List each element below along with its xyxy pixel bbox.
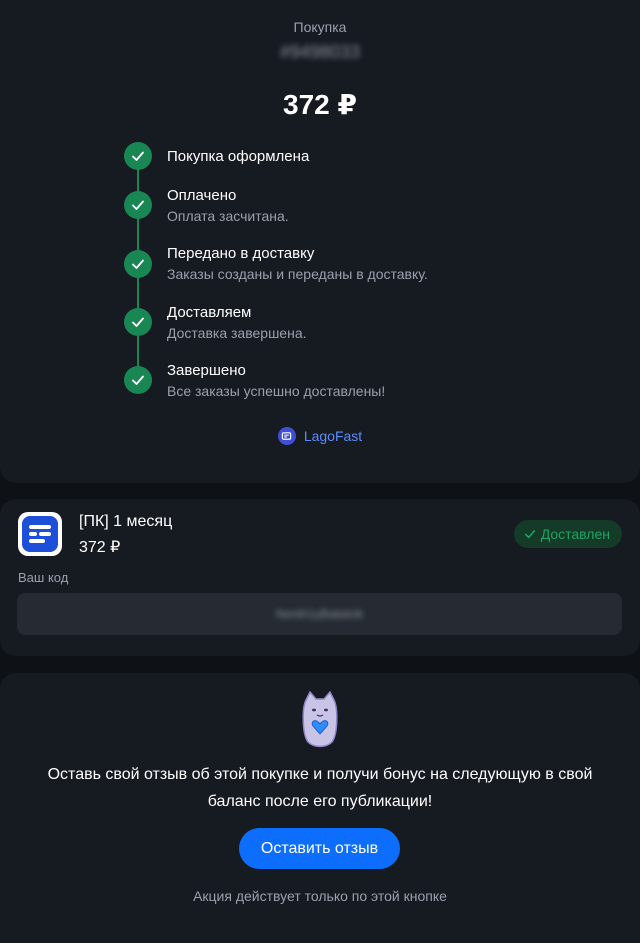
timeline-step-description: Заказы созданы и переданы в доставку.: [167, 266, 428, 282]
purchase-page: Покупка #9498033 372 ₽ Покупка оформлена…: [0, 0, 640, 943]
purchase-label: Покупка: [293, 19, 347, 35]
check-icon: [124, 250, 152, 278]
check-icon: [124, 308, 152, 336]
product-price: 372 ₽: [79, 539, 121, 556]
purchase-total: 372 ₽: [283, 89, 357, 120]
brand-name: LagoFast: [303, 428, 363, 444]
timeline-step-description: Все заказы успешно доставлены!: [167, 383, 386, 399]
status-label: Доставлен: [540, 526, 610, 542]
code-value: Nenth1yBabdcik: [275, 607, 364, 621]
code-field[interactable]: Nenth1yBabdcik: [17, 593, 622, 635]
product-app-icon: [18, 512, 62, 556]
timeline-step-title: Передано в доставку: [167, 245, 315, 262]
lagofast-logo-icon: [277, 427, 296, 445]
promo-note: Акция действует только по этой кнопке: [193, 888, 447, 904]
check-icon: [524, 530, 535, 539]
cat-mascot-icon: [302, 690, 338, 748]
review-card: Оставь свой отзыв об этой покупке и полу…: [0, 673, 640, 943]
code-label: Ваш код: [18, 570, 69, 585]
timeline-step-title: Оплачено: [167, 187, 237, 204]
product-card: [ПК] 1 месяц 372 ₽ Доставлен Ваш код Nen…: [0, 499, 640, 656]
purchase-summary-card: Покупка #9498033 372 ₽ Покупка оформлена…: [0, 0, 640, 483]
status-badge: Доставлен: [513, 520, 622, 548]
seller-brand-link[interactable]: LagoFast: [0, 427, 640, 445]
check-icon: [124, 366, 152, 394]
review-invitation-text: Оставь свой отзыв об этой покупке и полу…: [47, 766, 593, 810]
check-icon: [124, 142, 152, 170]
timeline-step-title: Доставляем: [167, 304, 252, 321]
check-icon: [124, 191, 152, 219]
timeline-step-description: Оплата засчитана.: [167, 208, 289, 224]
timeline-step-title: Покупка оформлена: [167, 148, 310, 165]
leave-review-button[interactable]: Оставить отзыв: [239, 828, 400, 869]
timeline-step-description: Доставка завершена.: [167, 325, 307, 341]
order-number: #9498033: [279, 42, 361, 62]
timeline-step-title: Завершено: [167, 362, 246, 379]
product-name: [ПК] 1 месяц: [79, 513, 173, 530]
